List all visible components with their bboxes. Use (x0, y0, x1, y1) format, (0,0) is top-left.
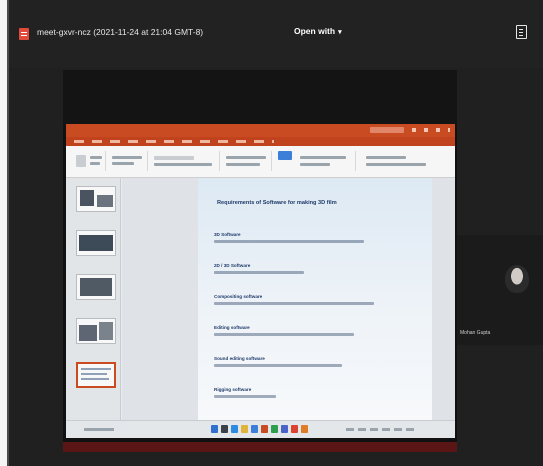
slide-thumbnail[interactable] (76, 186, 116, 212)
participant-name: Mohan Gupta (460, 330, 491, 336)
app-icon[interactable] (301, 425, 308, 433)
requirement-item: 2D / 3D Software (214, 263, 424, 274)
ribbon-selected-button (278, 151, 292, 160)
requirement-details (214, 302, 374, 305)
slide-counter (84, 428, 114, 431)
ribbon-group-slides (108, 151, 148, 171)
ribbon-group-font (150, 151, 220, 171)
zoom-controls (346, 428, 416, 431)
ppt-ribbon-tabs (66, 137, 455, 146)
window-controls-icon (412, 128, 450, 132)
chrome-icon[interactable] (291, 425, 298, 433)
viewer-toolbar: meet-gxvr-ncz (2021-11-24 at 21:04 GMT-8… (9, 0, 543, 68)
add-notes-icon[interactable] (516, 25, 527, 39)
ppt-titlebar (66, 124, 455, 137)
current-slide: Requirements of Software for making 3D f… (198, 178, 432, 420)
requirement-details (214, 333, 354, 336)
excel-icon[interactable] (271, 425, 278, 433)
requirement-title: Editing software (214, 325, 250, 330)
requirement-title: Rigging software (214, 387, 252, 392)
ppt-statusbar (66, 420, 455, 438)
search-icon[interactable] (221, 425, 228, 433)
slide-thumbnails (66, 178, 121, 420)
slide-thumbnail[interactable] (76, 274, 116, 300)
slide-thumbnail[interactable] (76, 318, 116, 344)
video-viewer: meet-gxvr-ncz (2021-11-24 at 21:04 GMT-8… (0, 0, 543, 466)
requirement-title: 2D / 3D Software (214, 263, 251, 268)
page-edge (0, 0, 9, 466)
mail-icon[interactable] (251, 425, 258, 433)
slide-heading: Requirements of Software for making 3D f… (217, 200, 337, 206)
folder-icon[interactable] (241, 425, 248, 433)
ribbon-group-editing (360, 151, 450, 171)
slide-thumbnail-selected[interactable] (76, 362, 116, 388)
shared-screen-powerpoint: Requirements of Software for making 3D f… (66, 124, 455, 438)
requirement-details (214, 271, 304, 274)
ribbon-group-paragraph (222, 151, 272, 171)
ribbon-group-clipboard (72, 151, 106, 171)
requirement-title: 3D Software (214, 232, 241, 237)
video-letterbox-top (63, 70, 457, 124)
slide-thumbnail[interactable] (76, 230, 116, 256)
teams-icon[interactable] (281, 425, 288, 433)
powerpoint-icon[interactable] (261, 425, 268, 433)
ribbon-group-drawing (296, 151, 356, 171)
requirement-item: Editing software (214, 325, 424, 336)
requirement-title: Compositing software (214, 294, 263, 299)
slide-editor: Requirements of Software for making 3D f… (122, 178, 455, 420)
requirement-item: Sound editing software (214, 356, 424, 367)
requirement-item: 3D Software (214, 232, 424, 243)
open-with-button[interactable]: Open with ▾ (294, 26, 342, 36)
video-file-icon (19, 28, 29, 40)
windows-taskbar (211, 425, 313, 435)
ppt-user-badge (370, 127, 404, 133)
start-icon[interactable] (211, 425, 218, 433)
chevron-down-icon: ▾ (338, 29, 342, 36)
video-letterbox-bottom (63, 442, 457, 452)
open-with-label: Open with (294, 26, 336, 36)
requirement-details (214, 240, 364, 243)
requirement-title: Sound editing software (214, 356, 265, 361)
requirement-details (214, 364, 342, 367)
ppt-ribbon (66, 146, 455, 178)
requirement-item: Compositing software (214, 294, 424, 305)
participant-tile: Mohan Gupta (457, 235, 543, 345)
edge-icon[interactable] (231, 425, 238, 433)
file-title: meet-gxvr-ncz (2021-11-24 at 21:04 GMT-8… (37, 27, 204, 37)
participant-avatar (505, 265, 529, 293)
requirement-details (214, 395, 276, 398)
requirement-item: Rigging software (214, 387, 424, 398)
